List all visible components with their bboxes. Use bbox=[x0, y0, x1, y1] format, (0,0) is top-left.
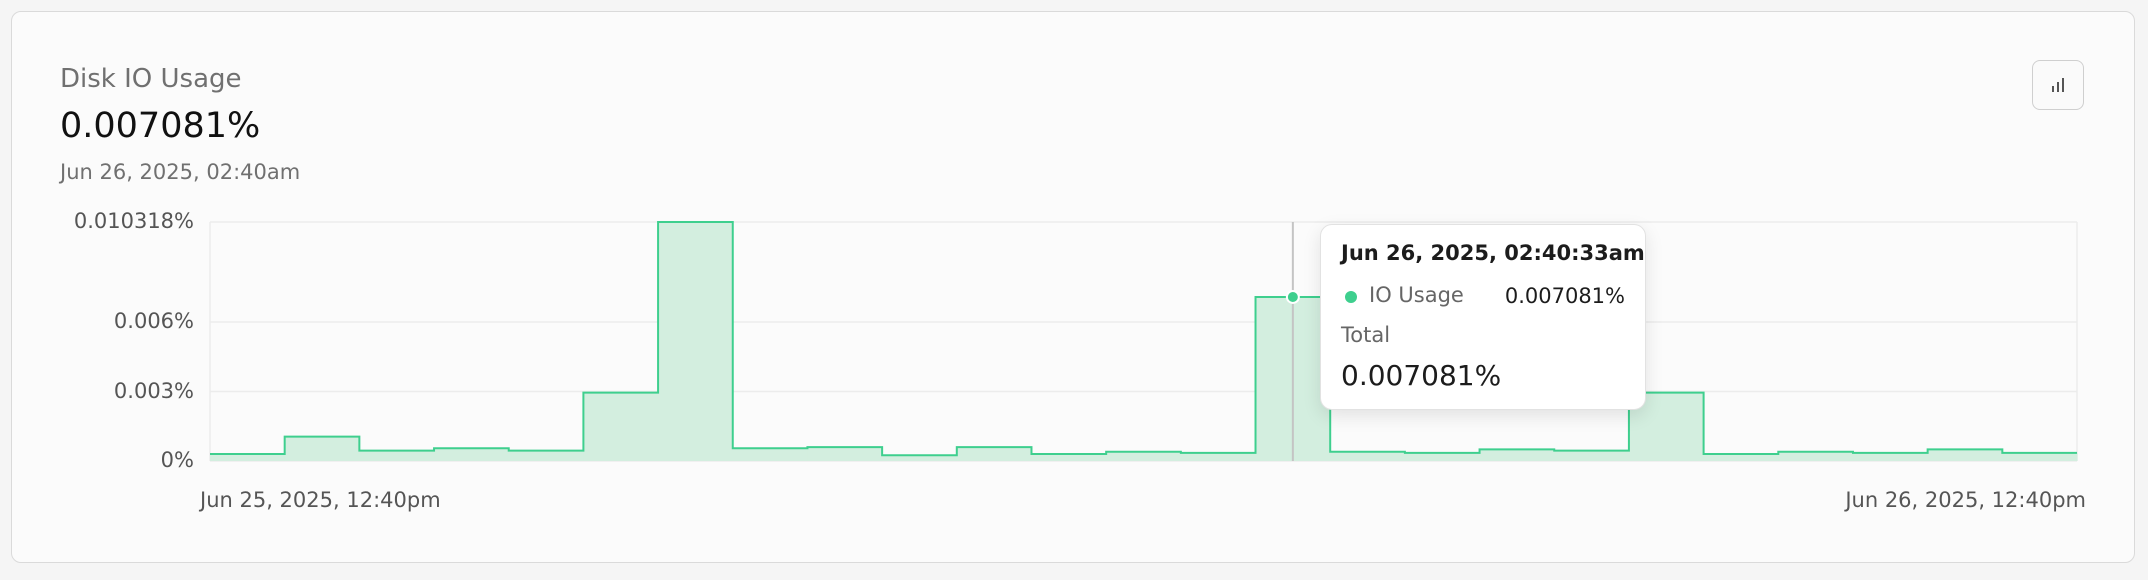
io-usage-bar[interactable] bbox=[359, 450, 435, 461]
y-tick-label: 0.010318% bbox=[73, 209, 194, 233]
x-axis-start-label: Jun 25, 2025, 12:40pm bbox=[200, 488, 441, 512]
tooltip-series-value: 0.007081% bbox=[1504, 284, 1625, 308]
tooltip-date: Jun 26, 2025, 02:40:33am bbox=[1341, 241, 1645, 265]
io-usage-bar[interactable] bbox=[1404, 452, 1481, 461]
io-usage-bar[interactable] bbox=[1180, 452, 1257, 461]
io-usage-bar[interactable] bbox=[807, 447, 883, 461]
io-usage-bar[interactable] bbox=[658, 222, 734, 461]
series-color-dot bbox=[1345, 291, 1357, 303]
io-usage-bar[interactable] bbox=[508, 450, 584, 461]
io-usage-bar[interactable] bbox=[732, 448, 808, 461]
chart-tooltip: Jun 26, 2025, 02:40:33am IO Usage 0.0070… bbox=[1320, 224, 1646, 410]
tooltip-series-label: IO Usage bbox=[1369, 283, 1464, 307]
io-usage-bar[interactable] bbox=[1106, 451, 1182, 461]
hover-point bbox=[1285, 289, 1300, 304]
io-usage-bar[interactable] bbox=[1330, 451, 1406, 461]
io-usage-bar[interactable] bbox=[434, 448, 510, 461]
io-usage-bar[interactable] bbox=[284, 436, 360, 461]
io-usage-bar[interactable] bbox=[1778, 451, 1854, 461]
io-usage-bar[interactable] bbox=[1031, 454, 1107, 461]
io-usage-bar[interactable] bbox=[583, 392, 659, 461]
tooltip-total-label: Total bbox=[1341, 323, 1391, 347]
io-usage-bar[interactable] bbox=[1703, 454, 1779, 461]
io-usage-bar[interactable] bbox=[1927, 449, 2003, 461]
io-usage-bar[interactable] bbox=[2002, 452, 2078, 461]
io-usage-bar[interactable] bbox=[210, 454, 286, 461]
x-axis-end-label: Jun 26, 2025, 12:40pm bbox=[1845, 488, 2086, 512]
y-tick-label: 0.006% bbox=[113, 309, 194, 334]
io-usage-bar[interactable] bbox=[1479, 449, 1555, 461]
tooltip-total-value: 0.007081% bbox=[1341, 359, 1502, 392]
io-usage-bar[interactable] bbox=[1554, 450, 1630, 461]
io-usage-bar[interactable] bbox=[956, 447, 1032, 461]
y-tick-label: 0.003% bbox=[113, 378, 194, 403]
io-usage-bar[interactable] bbox=[1852, 452, 1929, 461]
y-tick-label: 0% bbox=[160, 448, 194, 472]
io-usage-line bbox=[210, 221, 2077, 457]
